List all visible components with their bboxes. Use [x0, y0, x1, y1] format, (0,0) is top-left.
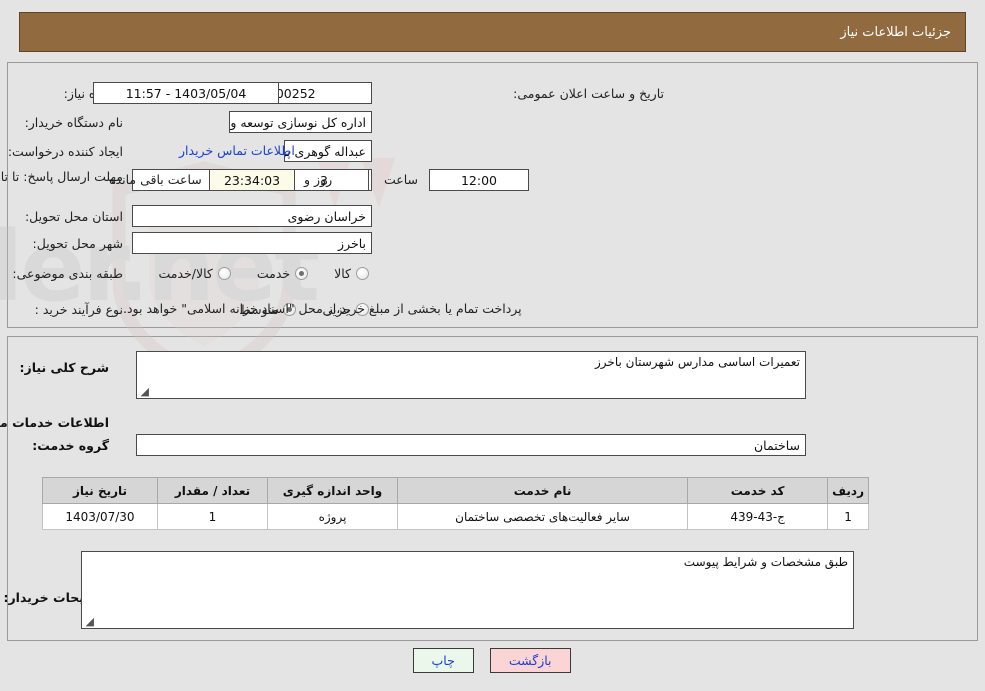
city-label-row: شهر محل تحویل:	[34, 232, 124, 254]
classification-label-1: خدمت	[257, 265, 292, 281]
print-button[interactable]: چاپ	[413, 648, 475, 673]
buyer-contact-link[interactable]: اطلاعات تماس خریدار	[180, 143, 296, 158]
table-cell: پروژه	[268, 503, 399, 530]
creator-label-row: ایجاد کننده درخواست:	[9, 140, 124, 162]
page-title: جزئیات اطلاعات نیاز	[841, 24, 952, 40]
deadline-time-label: ساعت	[384, 172, 419, 187]
province-value: خراسان رضوی	[133, 205, 373, 227]
service-group-value: ساختمان	[137, 434, 807, 456]
classification-radio-1[interactable]	[296, 266, 310, 280]
buyer-notes-textarea[interactable]: طبق مشخصات و شرایط پیوست ◢	[82, 551, 855, 629]
buyer-org-label-row: نام دستگاه خریدار:	[26, 111, 124, 133]
table-cell: 1	[158, 503, 269, 530]
buyer-org-value: اداره کل نوسازی توسعه و تجهیز مدارس استا…	[230, 111, 373, 133]
resize-grip-icon[interactable]: ◢	[140, 386, 150, 397]
countdown-timer: 23:34:03	[210, 169, 296, 191]
table-header-cell: کد خدمت	[688, 477, 830, 504]
days-word-label: روز و	[305, 172, 334, 187]
classification-option-1[interactable]: خدمت	[257, 265, 310, 281]
classification-label-row: طبقه بندی موضوعی:	[13, 262, 124, 284]
creator-value: عبداله گوهری پور کارشناس مسئول امور قرار…	[285, 140, 373, 162]
treasury-bond-note: پرداخت تمام یا بخشی از مبلغ خرید،از محل …	[124, 301, 523, 316]
classification-label-0: کالا	[335, 265, 352, 281]
province-label-row: استان محل تحویل:	[26, 205, 124, 227]
hours-remaining-label: ساعت باقی مانده	[110, 172, 203, 187]
table-cell: ج-43-439	[688, 503, 830, 530]
services-table: ردیف کد خدمت نام خدمت واحد اندازه گیری تعداد…	[43, 477, 870, 530]
service-group-label: گروه خدمت:	[33, 438, 110, 453]
classification-label: طبقه بندی موضوعی:	[13, 265, 124, 281]
table-header-row: ردیف کد خدمت نام خدمت واحد اندازه گیری تعداد…	[43, 477, 870, 504]
deadline-time-value: 12:00	[430, 169, 530, 191]
page-root: AriaTender.net جزئیات اطلاعات نیاز شماره…	[0, 0, 985, 691]
process-type-label: نوع فرآیند خرید :	[35, 301, 124, 317]
deadline-label: مهلت ارسال پاسخ: تا تاریخ:	[0, 169, 124, 184]
resize-grip-icon-notes[interactable]: ◢	[85, 616, 95, 627]
table-header-cell: واحد اندازه گیری	[268, 477, 399, 504]
city-value: باخرز	[133, 232, 373, 254]
page-header: جزئیات اطلاعات نیاز	[20, 12, 967, 52]
process-type-label-row: نوع فرآیند خرید :	[36, 298, 124, 320]
province-label: استان محل تحویل:	[25, 208, 124, 224]
announce-label-row: تاریخ و ساعت اعلان عمومی:	[514, 82, 665, 104]
classification-radio-0[interactable]	[357, 266, 370, 280]
announce-datetime-label: تاریخ و ساعت اعلان عمومی:	[514, 85, 665, 101]
classification-option-2[interactable]: کالا/خدمت	[159, 265, 232, 281]
action-button-bar: بازگشت چاپ	[0, 648, 985, 673]
table-cell: 1	[828, 503, 870, 530]
table-header-cell: تاریخ نیاز	[43, 477, 159, 504]
deadline-label-row: مهلت ارسال پاسخ: تا تاریخ:	[0, 169, 124, 184]
description-label: شرح کلی نیاز:	[20, 360, 110, 375]
table-header-cell: تعداد / مقدار	[158, 477, 269, 504]
back-button[interactable]: بازگشت	[490, 648, 572, 673]
creator-label: ایجاد کننده درخواست:	[8, 143, 124, 159]
table-body: 1 ج-43-439 سایر فعالیت‌های تخصصی ساختمان پر…	[43, 503, 870, 530]
description-text: تعمیرات اساسی مدارس شهرستان باخرز	[596, 355, 801, 369]
table-header-cell: نام خدمت	[397, 477, 690, 504]
classification-radio-2[interactable]	[218, 266, 232, 280]
description-textarea[interactable]: تعمیرات اساسی مدارس شهرستان باخرز ◢	[137, 351, 807, 399]
table-row: 1 ج-43-439 سایر فعالیت‌های تخصصی ساختمان پر…	[43, 503, 870, 530]
classification-label-2: کالا/خدمت	[159, 265, 214, 281]
buyer-org-label: نام دستگاه خریدار:	[25, 114, 124, 130]
services-section-title: اطلاعات خدمات مورد نیاز	[0, 415, 110, 430]
table-cell: سایر فعالیت‌های تخصصی ساختمان	[397, 503, 690, 530]
announce-datetime-value: 1403/05/04 - 11:57	[94, 82, 280, 104]
classification-radio-group[interactable]: کالا خدمت کالا/خدمت	[159, 262, 370, 284]
table-header-cell: ردیف	[828, 477, 870, 504]
buyer-notes-text: طبق مشخصات و شرایط پیوست	[684, 555, 849, 569]
table-cell: 1403/07/30	[43, 503, 159, 530]
classification-option-0[interactable]: کالا	[335, 266, 370, 281]
city-label: شهر محل تحویل:	[33, 235, 124, 251]
